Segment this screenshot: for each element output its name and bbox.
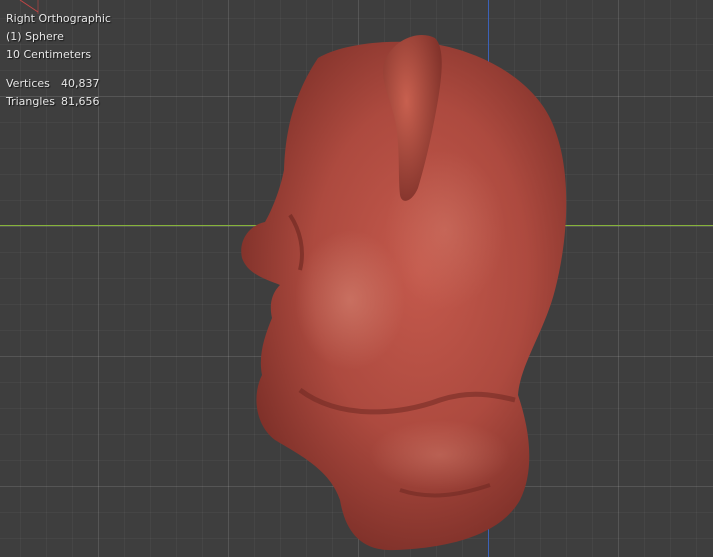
triangles-stat: Triangles 81,656 bbox=[6, 93, 111, 111]
viewport-info-overlay: Right Orthographic (1) Sphere 10 Centime… bbox=[6, 10, 111, 111]
triangles-value: 81,656 bbox=[61, 95, 100, 108]
object-name-label: (1) Sphere bbox=[6, 30, 64, 43]
vertices-label: Vertices bbox=[6, 77, 50, 90]
vertices-value: 40,837 bbox=[61, 77, 100, 90]
3d-viewport[interactable]: Right Orthographic (1) Sphere 10 Centime… bbox=[0, 0, 713, 557]
grid-scale-label: 10 Centimeters bbox=[6, 48, 92, 61]
jaw-highlight bbox=[370, 420, 510, 490]
view-name-label: Right Orthographic bbox=[6, 12, 111, 25]
vertices-stat: Vertices 40,837 bbox=[6, 75, 111, 93]
triangles-label: Triangles bbox=[6, 95, 55, 108]
